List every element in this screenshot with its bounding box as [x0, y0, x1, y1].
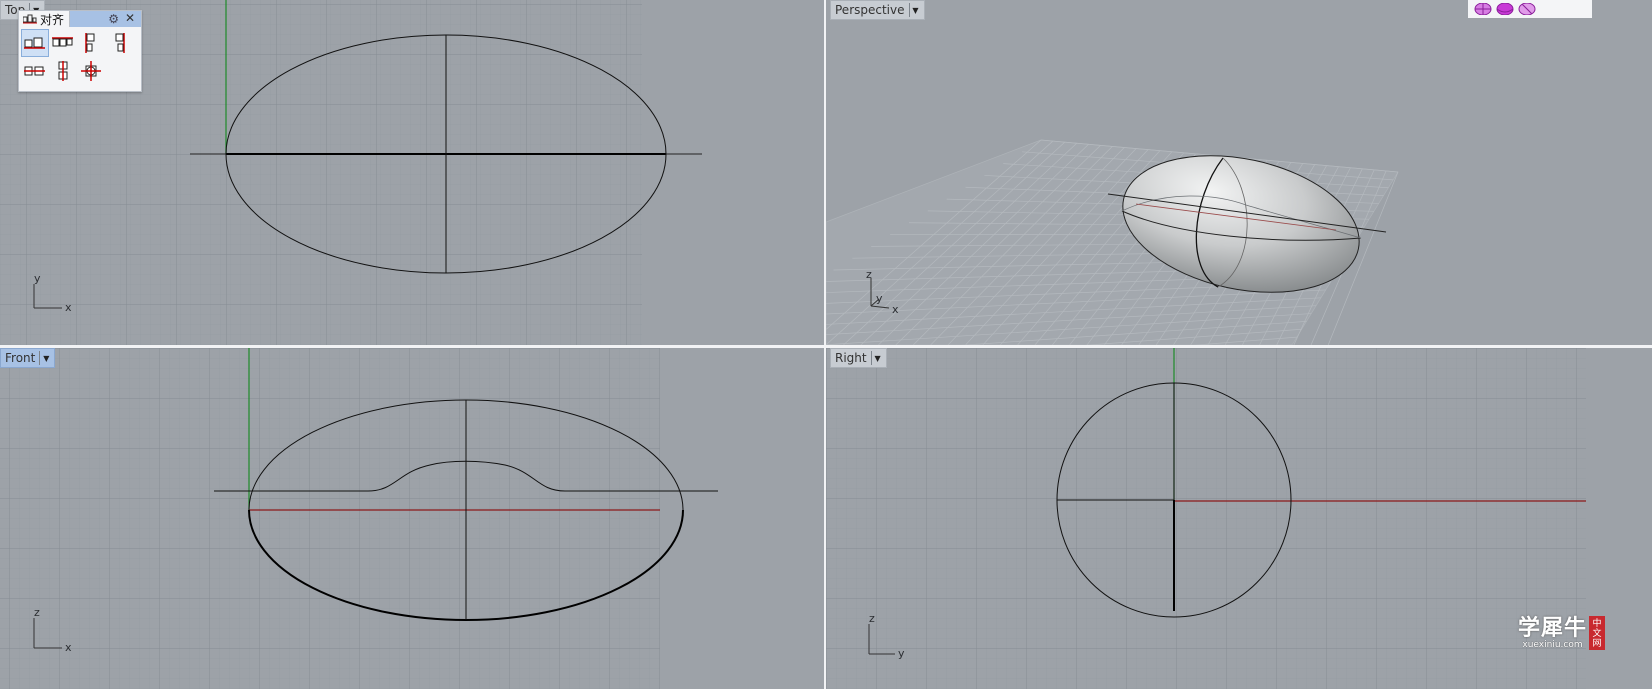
align-panel-icon [23, 14, 37, 24]
viewport-tab-perspective[interactable]: Perspective ▼ [830, 0, 925, 20]
panel-header[interactable]: 对齐 ⚙ ✕ [19, 11, 141, 27]
align-center-horizontal-button[interactable] [21, 57, 49, 85]
viewport-tab-front[interactable]: Front ▼ [0, 348, 56, 368]
sphere-rendered-icon[interactable] [1518, 3, 1536, 15]
align-right-tool-icon [115, 33, 125, 53]
align-left-tool-icon [85, 33, 95, 53]
viewport-label: Front [5, 351, 36, 365]
dropdown-arrow-icon[interactable]: ▼ [870, 351, 884, 365]
display-mode-widget[interactable] [1468, 0, 1592, 18]
svg-text:x: x [65, 641, 72, 654]
sphere-wireframe-icon[interactable] [1474, 3, 1492, 15]
viewport-label: Perspective [835, 3, 905, 17]
svg-text:z: z [34, 606, 40, 619]
watermark-main-text: 学犀牛 [1518, 615, 1588, 641]
viewport-front-canvas[interactable]: z x [0, 348, 824, 689]
watermark-url: xuexiniu.com [1522, 640, 1583, 650]
dropdown-arrow-icon[interactable]: ▼ [39, 351, 52, 365]
svg-text:y: y [876, 292, 883, 305]
viewport-front[interactable]: z x Front ▼ [0, 348, 824, 689]
align-top-button[interactable] [49, 29, 77, 57]
svg-text:z: z [869, 612, 875, 625]
panel-tab-align[interactable]: 对齐 [19, 11, 71, 27]
align-top-tool-icon [52, 37, 73, 47]
panel-title: 对齐 [40, 12, 65, 27]
align-bottom-tool-icon [24, 37, 45, 49]
align-center-both-tool-icon [81, 61, 101, 81]
watermark-logo: 学犀牛 xuexiniu.com 中 文 网 [1518, 615, 1606, 650]
viewport-label: Right [835, 351, 867, 365]
align-panel[interactable]: 对齐 ⚙ ✕ [18, 10, 142, 92]
align-center-vertical-button[interactable] [49, 57, 77, 85]
align-right-button[interactable] [105, 29, 133, 57]
viewport-perspective-canvas[interactable]: z y x [826, 0, 1652, 345]
watermark-badge: 中 文 网 [1589, 616, 1606, 650]
dropdown-arrow-icon[interactable]: ▼ [908, 3, 922, 17]
svg-text:z: z [866, 268, 872, 281]
viewport-perspective[interactable]: z y x Perspective ▼ [826, 0, 1652, 345]
svg-text:x: x [65, 301, 72, 314]
align-bottom-button[interactable] [21, 29, 49, 57]
align-center-both-button[interactable] [77, 57, 105, 85]
viewport-divider-horizontal[interactable] [0, 345, 1652, 348]
close-icon[interactable]: ✕ [125, 11, 135, 25]
gear-icon[interactable]: ⚙ [108, 12, 119, 26]
svg-text:y: y [898, 647, 905, 660]
sphere-shaded-icon[interactable] [1496, 3, 1514, 15]
svg-text:y: y [34, 272, 41, 285]
svg-text:x: x [892, 303, 899, 316]
align-center-horizontal-tool-icon [24, 66, 45, 76]
viewport-tab-right[interactable]: Right ▼ [830, 348, 887, 368]
align-center-vertical-tool-icon [58, 61, 68, 81]
align-tools-grid [19, 27, 141, 87]
align-left-button[interactable] [77, 29, 105, 57]
